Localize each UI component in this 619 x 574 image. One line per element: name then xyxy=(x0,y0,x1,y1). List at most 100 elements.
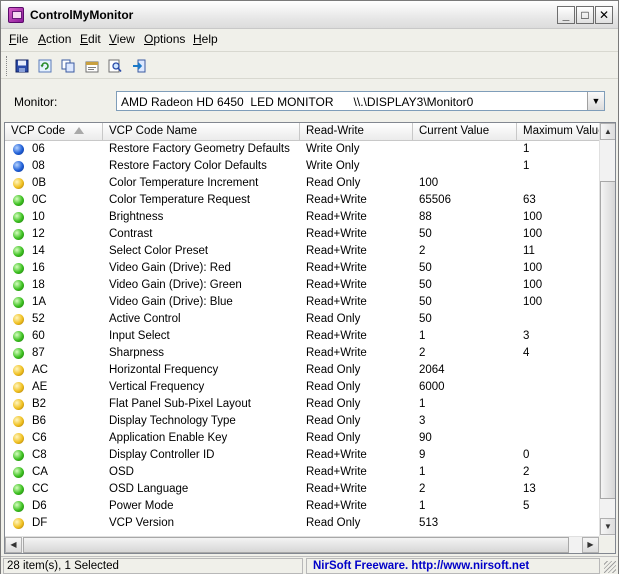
table-row[interactable]: C6 Application Enable Key Read Only 90 xyxy=(5,430,599,447)
read-write-cell: Read+Write xyxy=(306,347,367,359)
menu-help[interactable]: Help xyxy=(193,32,218,46)
properties-button[interactable] xyxy=(83,57,101,75)
save-icon xyxy=(15,59,29,73)
find-button[interactable] xyxy=(106,57,124,75)
menu-edit[interactable]: Edit xyxy=(80,32,101,46)
menu-options[interactable]: Options xyxy=(144,32,185,46)
current-value-cell: 2 xyxy=(419,245,426,257)
vcp-name-cell: Video Gain (Drive): Green xyxy=(109,279,242,291)
resize-grip-icon[interactable] xyxy=(604,561,616,573)
menu-view[interactable]: View xyxy=(109,32,135,46)
table-row[interactable]: 12 Contrast Read+Write 50 100 xyxy=(5,226,599,243)
green-status-dot-icon xyxy=(13,297,24,308)
vcp-code-cell: 52 xyxy=(32,313,45,325)
green-status-dot-icon xyxy=(13,348,24,359)
exit-button[interactable] xyxy=(130,57,148,75)
refresh-button[interactable] xyxy=(36,57,54,75)
maximum-value-cell: 3 xyxy=(523,330,530,342)
vcp-name-cell: Application Enable Key xyxy=(109,432,228,444)
table-row[interactable]: 18 Video Gain (Drive): Green Read+Write 50 1… xyxy=(5,277,599,294)
menu-action[interactable]: Action xyxy=(38,32,71,46)
save-button[interactable] xyxy=(13,57,31,75)
table-row[interactable]: B6 Display Technology Type Read Only 3 xyxy=(5,413,599,430)
status-bar: 28 item(s), 1 Selected NirSoft Freeware.… xyxy=(1,556,618,574)
table-row[interactable]: D6 Power Mode Read+Write 1 5 xyxy=(5,498,599,515)
current-value-cell: 50 xyxy=(419,313,432,325)
column-header-vcp-code[interactable]: VCP Code xyxy=(5,123,103,141)
read-write-cell: Read+Write xyxy=(306,483,367,495)
table-row[interactable]: 08 Restore Factory Color Defaults Write On… xyxy=(5,158,599,175)
column-header-read-write[interactable]: Read-Write xyxy=(300,123,413,141)
copy-button[interactable] xyxy=(59,57,77,75)
toolbar xyxy=(1,51,618,79)
current-value-cell: 50 xyxy=(419,262,432,274)
title-bar[interactable]: ControlMyMonitor _ □ ✕ xyxy=(1,1,618,29)
status-item-count: 28 item(s), 1 Selected xyxy=(3,558,303,574)
table-row[interactable]: AC Horizontal Frequency Read Only 2064 xyxy=(5,362,599,379)
menu-file[interactable]: File xyxy=(9,32,28,46)
table-row[interactable]: 06 Restore Factory Geometry Defaults Write… xyxy=(5,141,599,158)
table-row[interactable]: 10 Brightness Read+Write 88 100 xyxy=(5,209,599,226)
vcp-code-cell: B2 xyxy=(32,398,47,410)
minimize-button[interactable]: _ xyxy=(557,6,575,24)
table-row[interactable]: 87 Sharpness Read+Write 2 4 xyxy=(5,345,599,362)
chevron-down-icon[interactable]: ▼ xyxy=(587,92,604,110)
scroll-left-icon[interactable]: ◀ xyxy=(5,537,22,553)
table-row[interactable]: AE Vertical Frequency Read Only 6000 xyxy=(5,379,599,396)
table-row[interactable]: B2 Flat Panel Sub-Pixel Layout Read Only 1 xyxy=(5,396,599,413)
table-row[interactable]: 60 Input Select Read+Write 1 3 xyxy=(5,328,599,345)
current-value-cell: 1 xyxy=(419,500,426,512)
current-value-cell: 65506 xyxy=(419,194,451,206)
vcp-code-cell: D6 xyxy=(32,500,47,512)
nirsoft-link[interactable]: NirSoft Freeware. http://www.nirsoft.net xyxy=(306,558,600,574)
monitor-dropdown[interactable]: AMD Radeon HD 6450 LED MONITOR \\.\DISPL… xyxy=(116,91,605,111)
vcp-code-cell: DF xyxy=(32,517,48,529)
table-row[interactable]: 14 Select Color Preset Read+Write 2 11 xyxy=(5,243,599,260)
table-row[interactable]: DF VCP Version Read Only 513 xyxy=(5,515,599,532)
green-status-dot-icon xyxy=(13,331,24,342)
current-value-cell: 50 xyxy=(419,296,432,308)
app-icon xyxy=(8,7,24,23)
table-row[interactable]: CA OSD Read+Write 1 2 xyxy=(5,464,599,481)
horizontal-scroll-thumb[interactable] xyxy=(23,537,569,553)
table-row[interactable]: 0B Color Temperature Increment Read Only 10… xyxy=(5,175,599,192)
maximum-value-cell: 100 xyxy=(523,262,543,274)
column-header-current-value[interactable]: Current Value xyxy=(413,123,517,141)
scroll-down-icon[interactable]: ▼ xyxy=(600,518,615,535)
vcp-code-cell: AC xyxy=(32,364,48,376)
current-value-cell: 2064 xyxy=(419,364,445,376)
table-row[interactable]: 16 Video Gain (Drive): Red Read+Write 50 100 xyxy=(5,260,599,277)
column-header-vcp-name[interactable]: VCP Code Name xyxy=(103,123,300,141)
maximize-button[interactable]: □ xyxy=(576,6,594,24)
toolbar-grip[interactable] xyxy=(6,56,9,76)
vcp-name-cell: Active Control xyxy=(109,313,181,325)
vcp-list[interactable]: VCP Code VCP Code Name Read-Write Curren… xyxy=(4,122,616,554)
vcp-code-cell: AE xyxy=(32,381,48,393)
maximum-value-cell: 100 xyxy=(523,211,543,223)
table-row[interactable]: 1A Video Gain (Drive): Blue Read+Write 50 10… xyxy=(5,294,599,311)
vcp-name-cell: Video Gain (Drive): Red xyxy=(109,262,231,274)
sort-ascending-icon xyxy=(74,127,84,134)
table-row[interactable]: CC OSD Language Read+Write 2 13 xyxy=(5,481,599,498)
scroll-up-icon[interactable]: ▲ xyxy=(600,123,615,140)
vertical-scrollbar[interactable]: ▲ ▼ xyxy=(599,123,615,536)
horizontal-scrollbar[interactable]: ◀ ▶ xyxy=(5,536,599,553)
menu-bar: File Action Edit View Options Help xyxy=(1,30,618,49)
table-row[interactable]: 0C Color Temperature Request Read+Write 655… xyxy=(5,192,599,209)
vcp-name-cell: Select Color Preset xyxy=(109,245,209,257)
vcp-code-cell: 14 xyxy=(32,245,45,257)
column-header-maximum-value[interactable]: Maximum Value xyxy=(517,123,599,141)
vcp-name-cell: Sharpness xyxy=(109,347,164,359)
read-write-cell: Read Only xyxy=(306,398,361,410)
maximum-value-cell: 100 xyxy=(523,228,543,240)
current-value-cell: 1 xyxy=(419,330,426,342)
vcp-name-cell: Color Temperature Request xyxy=(109,194,251,206)
table-row[interactable]: 52 Active Control Read Only 50 xyxy=(5,311,599,328)
scroll-right-icon[interactable]: ▶ xyxy=(582,537,599,553)
yellow-status-dot-icon xyxy=(13,433,24,444)
vcp-code-cell: 0B xyxy=(32,177,47,189)
vcp-name-cell: OSD xyxy=(109,466,134,478)
vertical-scroll-thumb[interactable] xyxy=(600,181,615,499)
close-button[interactable]: ✕ xyxy=(595,6,613,24)
table-row[interactable]: C8 Display Controller ID Read+Write 9 0 xyxy=(5,447,599,464)
